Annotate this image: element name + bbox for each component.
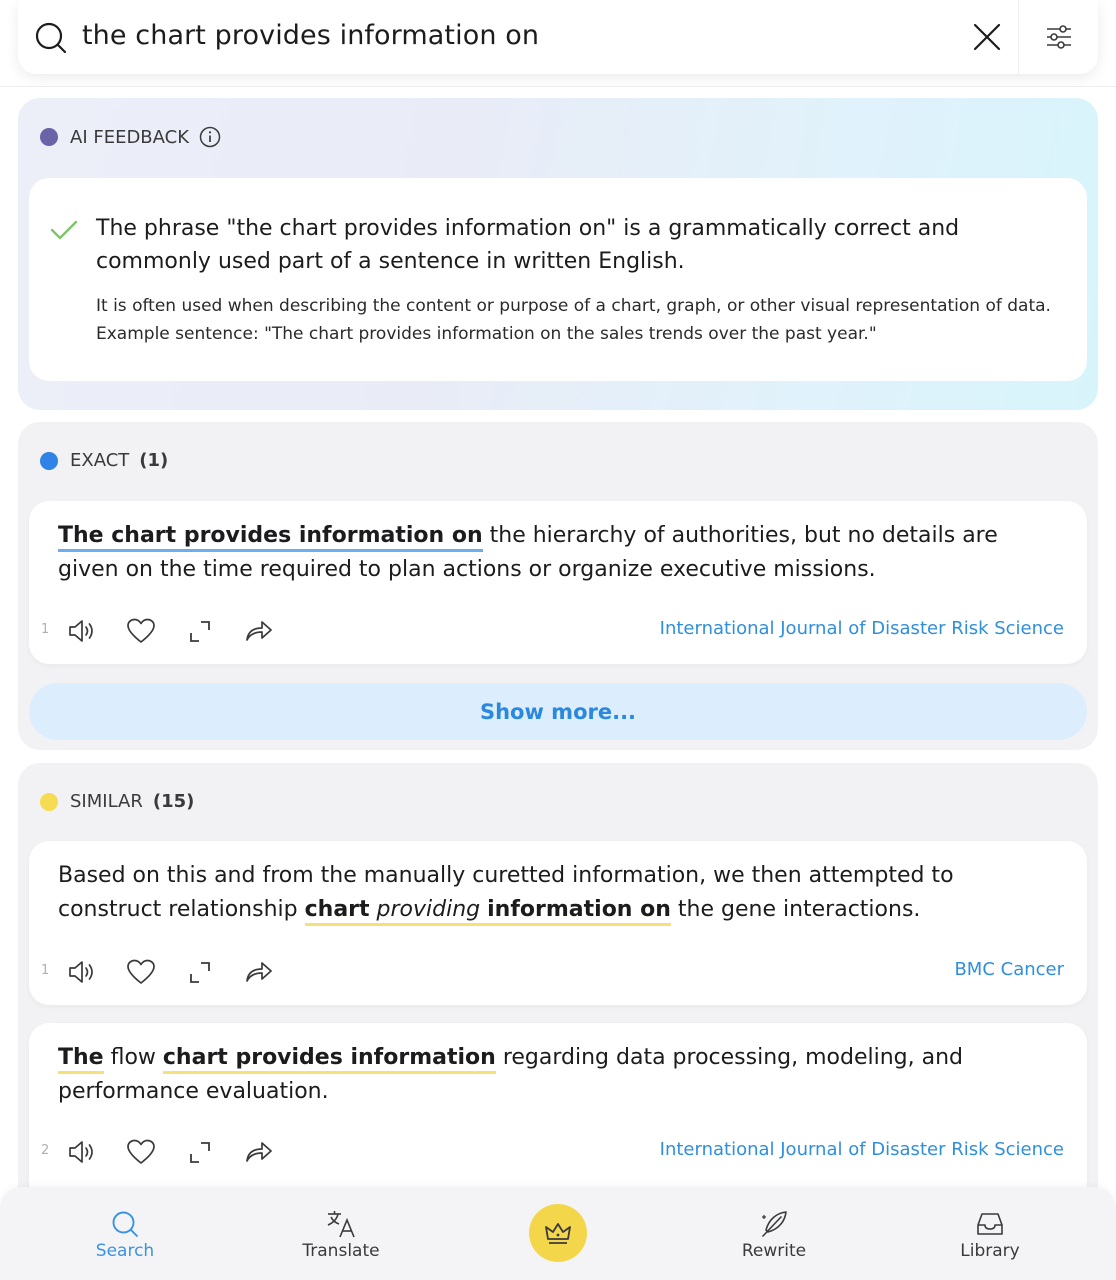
- result-number: 1: [41, 963, 50, 978]
- show-more-button[interactable]: Show more...: [29, 683, 1087, 740]
- nav-rewrite-label: Rewrite: [741, 1241, 807, 1261]
- match-highlight: providing: [376, 897, 481, 926]
- ai-feedback-card: The phrase "the chart provides informati…: [29, 178, 1087, 381]
- nav-library[interactable]: Library: [920, 1209, 1060, 1261]
- search-icon: [112, 1211, 138, 1237]
- inbox-tray-icon: [977, 1213, 1003, 1235]
- premium-button[interactable]: [529, 1204, 587, 1262]
- result-card[interactable]: The flow chart provides information rega…: [29, 1023, 1087, 1203]
- result-sentence: Based on this and from the manually cure…: [58, 859, 1058, 927]
- ai-feedback-title: AI FEEDBACK: [70, 126, 190, 148]
- source-link[interactable]: International Journal of Disaster Risk S…: [660, 618, 1064, 639]
- exact-count: (1): [139, 450, 169, 471]
- source-link[interactable]: BMC Cancer: [954, 959, 1064, 980]
- expand-icon[interactable]: [185, 957, 215, 987]
- similar-count: (15): [152, 791, 195, 812]
- divider: [0, 86, 1116, 87]
- exact-dot: [40, 451, 58, 470]
- sentence-text: flow: [103, 1045, 163, 1070]
- expand-icon[interactable]: [185, 1137, 215, 1167]
- result-number: 1: [41, 622, 50, 637]
- ai-feedback-header: AI FEEDBACK: [40, 126, 221, 148]
- speaker-icon[interactable]: [67, 957, 97, 987]
- nav-translate-label: Translate: [302, 1241, 380, 1261]
- translate-icon: [327, 1211, 355, 1238]
- source-link[interactable]: International Journal of Disaster Risk S…: [660, 1139, 1064, 1160]
- match-highlight: chart provides information: [162, 1045, 496, 1074]
- match-highlight: The: [58, 1045, 104, 1074]
- result-number: 2: [41, 1143, 50, 1158]
- bottom-nav: Search Translate Rewrite Library: [0, 1187, 1116, 1280]
- result-card[interactable]: Based on this and from the manually cure…: [29, 841, 1087, 1005]
- nav-rewrite[interactable]: Rewrite: [704, 1209, 844, 1261]
- search-bar[interactable]: the chart provides information on: [18, 0, 1098, 74]
- speaker-icon[interactable]: [67, 616, 97, 646]
- nav-library-label: Library: [960, 1241, 1020, 1261]
- exact-header: EXACT (1): [40, 450, 168, 471]
- match-highlight: The chart provides information on: [58, 523, 483, 552]
- similar-header: SIMILAR (15): [40, 791, 194, 812]
- heart-icon[interactable]: [126, 616, 156, 646]
- heart-icon[interactable]: [126, 1137, 156, 1167]
- search-input[interactable]: the chart provides information on: [82, 20, 539, 51]
- feather-pen-icon: [762, 1211, 787, 1237]
- sliders-icon: [1046, 25, 1071, 49]
- similar-title: SIMILAR: [70, 791, 143, 812]
- exact-title: EXACT: [70, 450, 130, 471]
- crown-icon: [545, 1223, 571, 1244]
- sentence-rest: the gene interactions.: [670, 897, 921, 922]
- heart-icon[interactable]: [126, 957, 156, 987]
- match-highlight: information on: [487, 897, 671, 926]
- share-icon[interactable]: [243, 1137, 273, 1167]
- search-icon: [35, 22, 67, 54]
- result-actions: 1 International Journal of Disaster Risk…: [29, 614, 1087, 648]
- info-icon[interactable]: [199, 126, 221, 148]
- result-sentence: The chart provides information on the hi…: [58, 519, 1058, 587]
- result-actions: 2 International Journal of Disaster Risk…: [29, 1135, 1087, 1169]
- nav-translate[interactable]: Translate: [271, 1209, 411, 1261]
- result-card[interactable]: The chart provides information on the hi…: [29, 501, 1087, 664]
- ai-feedback-section: AI FEEDBACK The phrase "the chart provid…: [18, 98, 1098, 410]
- speaker-icon[interactable]: [67, 1137, 97, 1167]
- nav-search-label: Search: [95, 1241, 155, 1261]
- ai-feedback-detail-text: It is often used when describing the con…: [96, 296, 1051, 344]
- ai-feedback-dot: [40, 128, 58, 146]
- filter-button[interactable]: [1018, 0, 1098, 74]
- share-icon[interactable]: [243, 957, 273, 987]
- checkmark-icon: [50, 220, 78, 240]
- similar-section: SIMILAR (15) Based on this and from the …: [18, 763, 1098, 1203]
- share-icon[interactable]: [243, 616, 273, 646]
- result-actions: 1 BMC Cancer: [29, 955, 1087, 989]
- close-icon[interactable]: [972, 22, 1002, 52]
- ai-feedback-main-text: The phrase "the chart provides informati…: [96, 216, 960, 274]
- exact-section: EXACT (1) The chart provides information…: [18, 422, 1098, 750]
- result-sentence: The flow chart provides information rega…: [58, 1041, 1058, 1109]
- similar-dot: [40, 792, 58, 811]
- match-highlight: chart: [304, 897, 370, 926]
- nav-search[interactable]: Search: [55, 1209, 195, 1261]
- app-page: the chart provides information on AI FEE…: [0, 0, 1116, 1280]
- expand-icon[interactable]: [185, 616, 215, 646]
